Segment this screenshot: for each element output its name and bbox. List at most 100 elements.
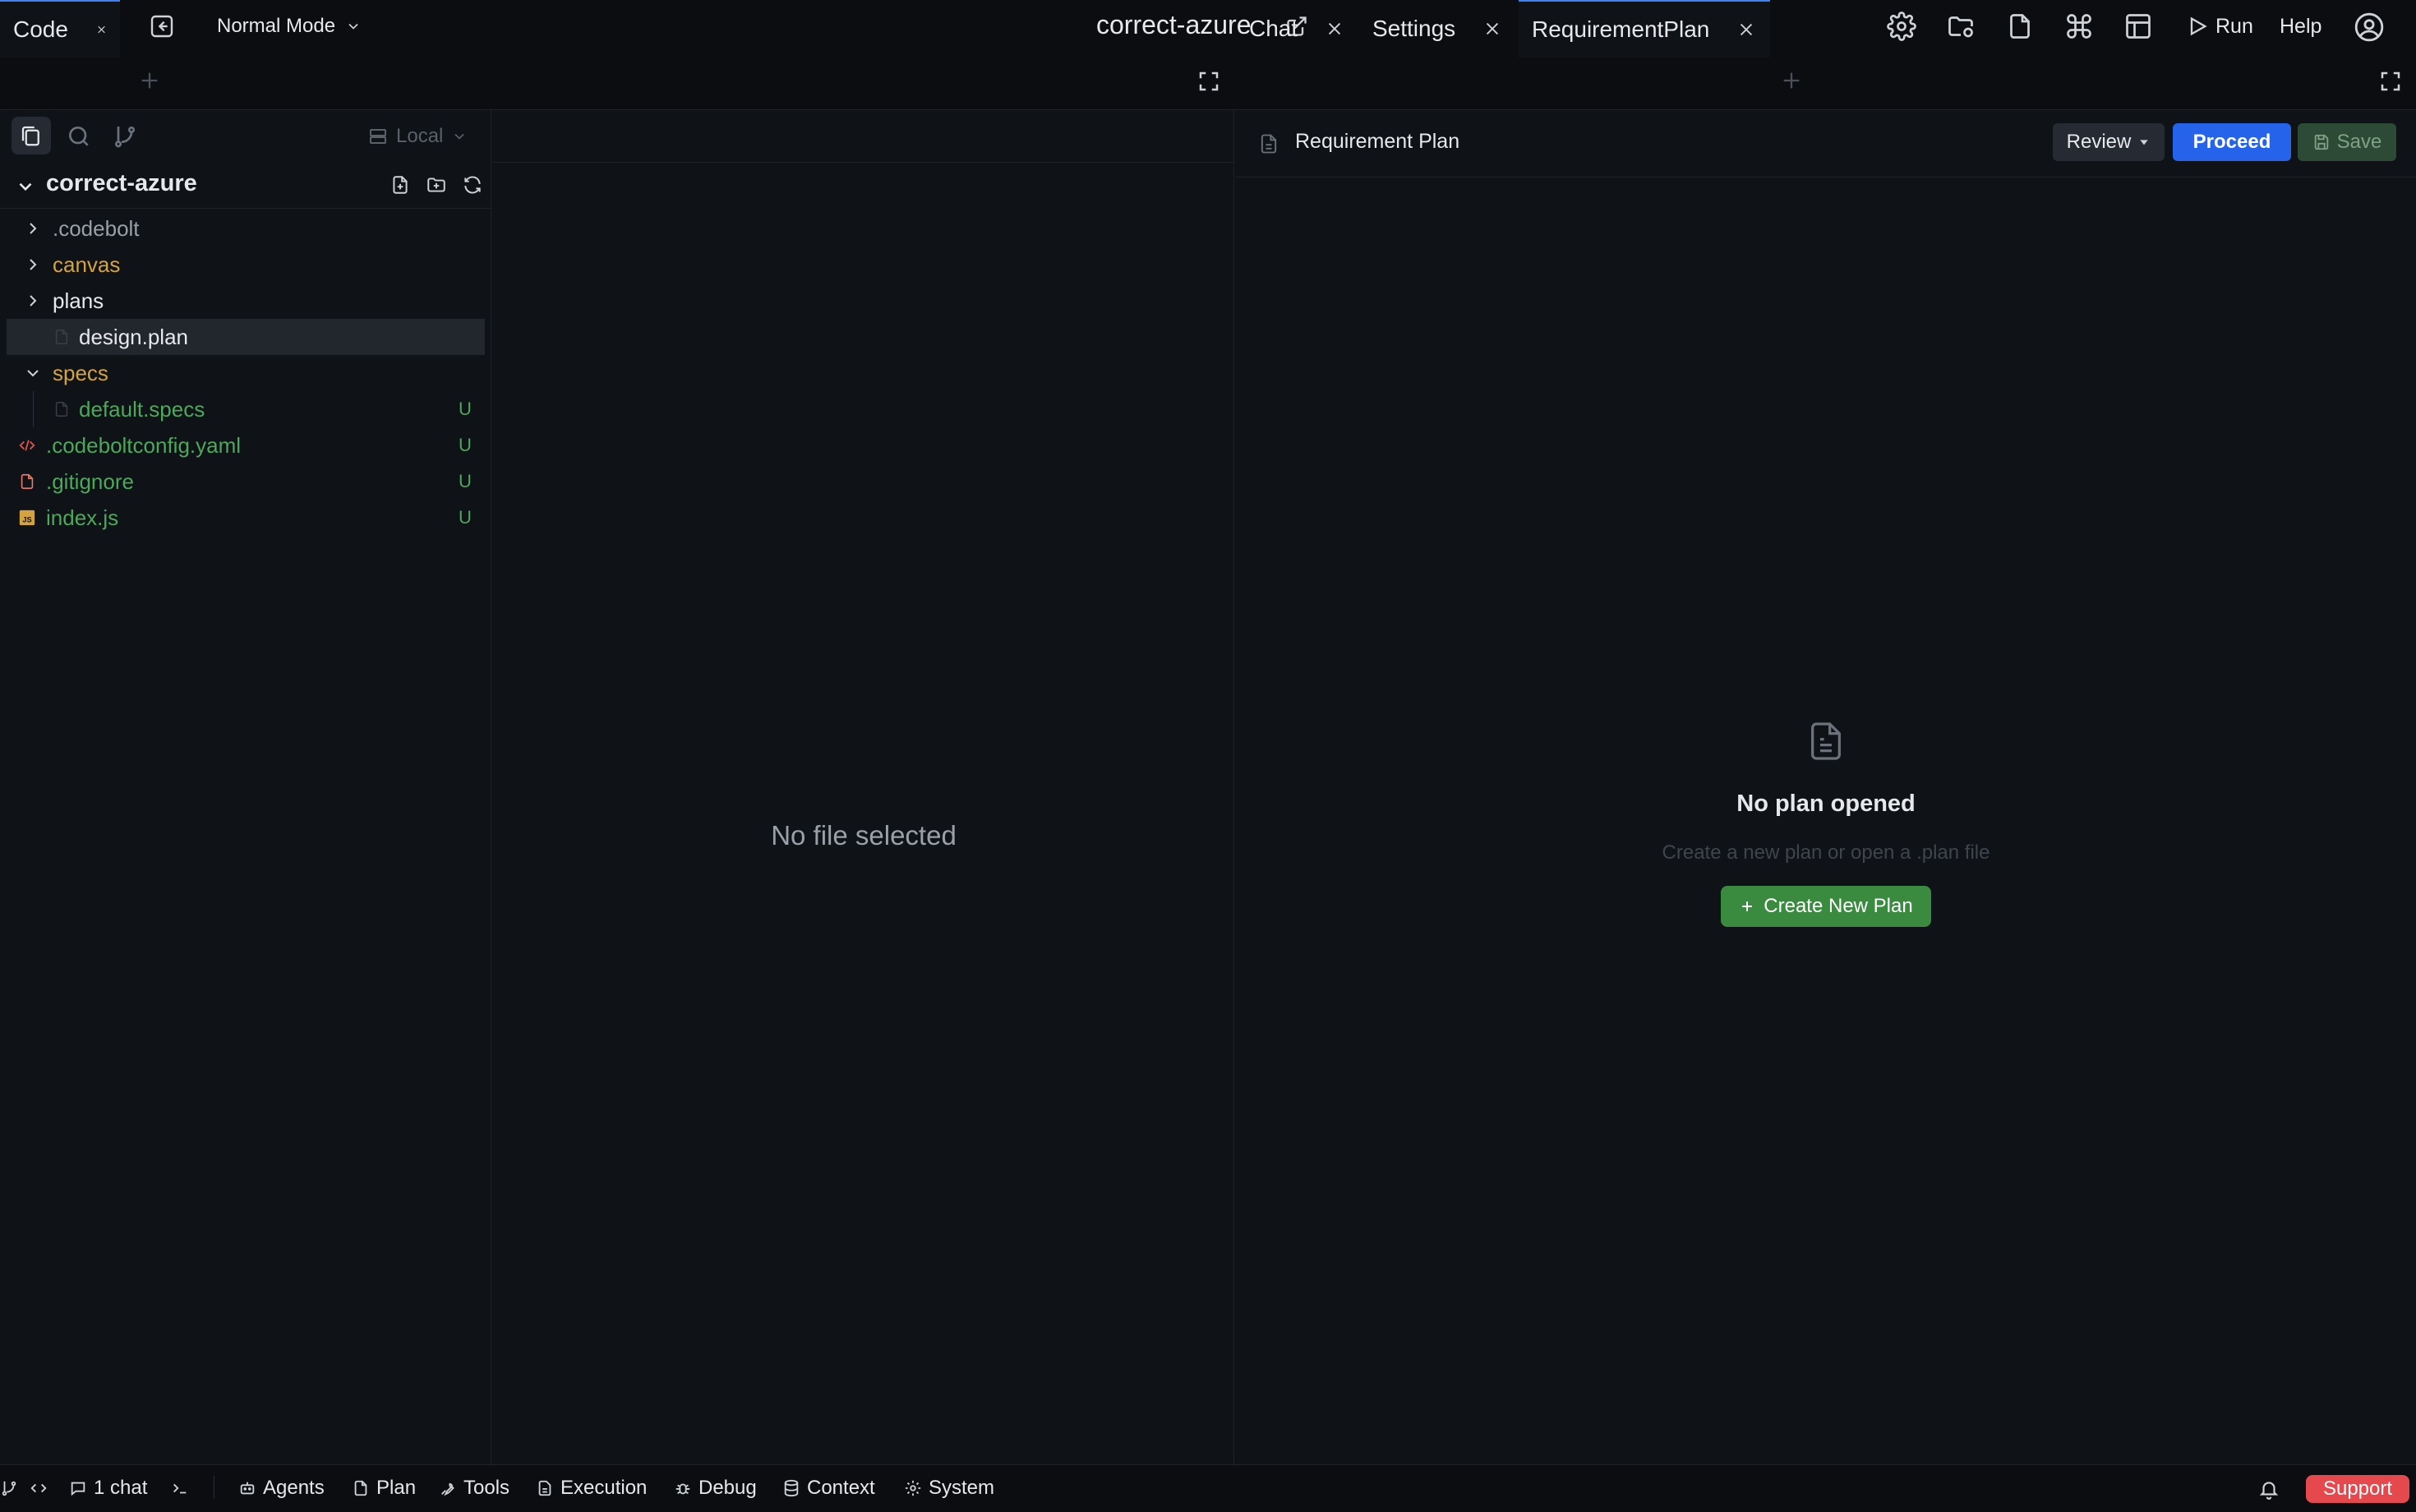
close-icon[interactable]: [1737, 21, 1755, 39]
chevron-down-icon: [27, 370, 39, 377]
chat-count-button[interactable]: 1 chat: [69, 1476, 147, 1500]
tree-item-design-plan[interactable]: design.plan: [7, 319, 485, 355]
location-select[interactable]: Local: [368, 123, 468, 150]
search-icon[interactable]: [66, 123, 92, 150]
git-status-badge: U: [459, 399, 472, 419]
file-icon: [55, 402, 68, 417]
tree-item-index-js[interactable]: JS index.js U: [7, 500, 485, 536]
maximize-icon[interactable]: [2378, 69, 2403, 94]
empty-plan-subtitle: Create a new plan or open a .plan file: [1662, 841, 1990, 864]
sidebar-toggle-icon[interactable]: [149, 13, 175, 39]
add-tab-icon[interactable]: [1780, 69, 1803, 92]
git-status-badge: U: [459, 507, 472, 528]
chat-icon: [71, 1482, 85, 1496]
tree-item-label: plans: [53, 288, 104, 313]
robot-icon: [240, 1482, 255, 1495]
tree-item-default-specs[interactable]: default.specs U: [7, 391, 485, 427]
git-branch-icon[interactable]: [0, 1476, 18, 1500]
status-debug[interactable]: Debug: [674, 1476, 757, 1500]
document-icon: [1257, 131, 1280, 156]
tree-item-specs[interactable]: specs: [7, 355, 485, 391]
tree-item-codeboltconfig[interactable]: .codeboltconfig.yaml U: [7, 427, 485, 463]
review-button[interactable]: Review: [2053, 123, 2165, 161]
help-link[interactable]: Help: [2280, 12, 2321, 41]
new-file-icon[interactable]: [390, 174, 413, 197]
status-system[interactable]: System: [904, 1476, 994, 1500]
gear-icon[interactable]: [1887, 12, 1916, 41]
add-tab-icon[interactable]: [138, 69, 161, 92]
refresh-icon[interactable]: [462, 174, 485, 197]
tree-item-label: index.js: [46, 505, 119, 530]
save-button[interactable]: Save: [2298, 123, 2396, 161]
file-icon[interactable]: [2005, 12, 2035, 41]
git-status-badge: U: [459, 435, 472, 455]
plan-title: Requirement Plan: [1295, 130, 1460, 153]
code-file-icon: [19, 440, 35, 451]
layout-icon[interactable]: [2123, 12, 2153, 41]
tree-item-codebolt[interactable]: .codebolt: [7, 210, 485, 247]
status-label: Execution: [560, 1477, 648, 1499]
save-label: Save: [2336, 131, 2382, 153]
tab-code[interactable]: Code: [0, 0, 120, 58]
plan-pane: [1236, 110, 2416, 1464]
status-label: System: [929, 1477, 995, 1499]
tab-label: Settings: [1372, 16, 1456, 41]
git-branch-icon[interactable]: [112, 123, 138, 150]
user-avatar-icon[interactable]: [2354, 12, 2385, 43]
tree-item-gitignore[interactable]: .gitignore U: [7, 463, 485, 500]
tree-item-label: canvas: [53, 252, 121, 277]
git-status-badge: U: [459, 471, 472, 491]
terminal-icon[interactable]: [171, 1476, 189, 1500]
new-folder-icon[interactable]: [426, 174, 449, 197]
chevron-right-icon: [30, 223, 37, 234]
tree-item-label: .codeboltconfig.yaml: [46, 433, 242, 458]
tree-item-label: specs: [53, 361, 108, 385]
mode-select[interactable]: Normal Mode: [217, 12, 362, 41]
status-plan[interactable]: Plan: [352, 1476, 416, 1500]
proceed-button[interactable]: Proceed: [2173, 123, 2291, 161]
file-icon: [21, 473, 34, 490]
status-execution[interactable]: Execution: [536, 1476, 647, 1500]
document-icon: [538, 1480, 551, 1496]
review-label: Review: [2066, 131, 2132, 153]
document-icon: [1803, 717, 1849, 766]
support-button[interactable]: Support: [2306, 1475, 2409, 1503]
document-icon: [354, 1480, 367, 1496]
chevron-down-icon: [454, 133, 464, 140]
status-label: Agents: [263, 1477, 325, 1499]
code-icon[interactable]: [30, 1476, 48, 1500]
tab-label: Code: [13, 16, 68, 42]
gear-icon: [905, 1480, 921, 1496]
chevron-right-icon: [30, 295, 37, 307]
tab-requirement-plan[interactable]: RequirementPlan: [1519, 0, 1770, 58]
tab-chat[interactable]: Chat: [1236, 0, 1357, 58]
status-label: Context: [807, 1477, 875, 1499]
status-agents[interactable]: Agents: [238, 1476, 325, 1500]
tree-item-plans[interactable]: plans: [7, 283, 485, 319]
maximize-icon[interactable]: [1196, 69, 1221, 94]
tab-settings[interactable]: Settings: [1359, 0, 1515, 58]
tab-label: RequirementPlan: [1532, 16, 1710, 42]
editor-header: [493, 110, 1234, 163]
bug-icon: [675, 1483, 690, 1495]
run-button[interactable]: Run: [2186, 12, 2253, 41]
close-icon[interactable]: [1483, 20, 1501, 38]
create-new-plan-button[interactable]: Create New Plan: [1721, 886, 1931, 927]
plus-icon: [1742, 901, 1753, 911]
chevron-down-icon[interactable]: [15, 176, 36, 197]
file-icon: [55, 330, 68, 344]
empty-editor-message: No file selected: [771, 820, 957, 850]
folder-settings-icon[interactable]: [1946, 12, 1976, 41]
close-icon[interactable]: [96, 21, 107, 39]
close-icon[interactable]: [1326, 20, 1344, 38]
status-context[interactable]: Context: [782, 1476, 875, 1500]
tree-item-label: design.plan: [79, 325, 188, 349]
status-tools[interactable]: Tools: [439, 1476, 509, 1500]
files-icon[interactable]: [12, 117, 51, 154]
command-icon[interactable]: [2064, 12, 2094, 41]
caret-down-icon: [2140, 140, 2149, 145]
bell-icon[interactable]: [2258, 1477, 2280, 1500]
location-label: Local: [396, 125, 444, 147]
tab-label: Chat: [1249, 16, 1298, 41]
tree-item-canvas[interactable]: canvas: [7, 247, 485, 283]
